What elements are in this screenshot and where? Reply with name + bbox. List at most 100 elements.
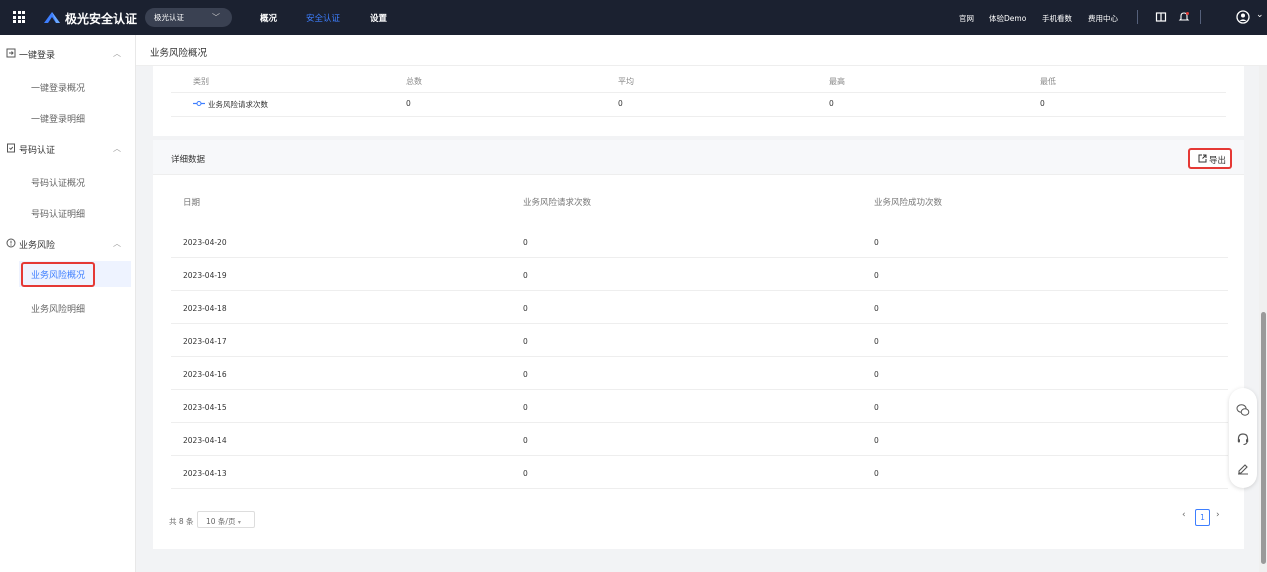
sidebar-item-label: 一键登录概况 [31, 84, 86, 94]
sidebar-item-number-auth-detail[interactable]: 号码认证明细 [0, 204, 136, 224]
sidebar-item-label: 一键登录明细 [31, 115, 86, 125]
sidebar: 一键登录 ︿ 一键登录概况 一键登录明细 号码认证 ︿ 号码认证概况 号码认证明… [0, 35, 136, 572]
sidebar-group-label: 号码认证 [19, 146, 56, 156]
detail-card: 详细数据 导出 日期 业务风险请求次数 业务风险成功次数 2023-04-20 … [153, 140, 1244, 549]
sidebar-item-label: 业务风险概况 [31, 271, 86, 281]
doc-icon[interactable] [1155, 11, 1167, 23]
detail-table-header: 日期 业务风险请求次数 业务风险成功次数 [153, 175, 1244, 225]
cell-requests: 0 [523, 403, 528, 412]
cell-success: 0 [874, 403, 879, 412]
export-label: 导出 [1209, 156, 1227, 166]
sidebar-item-one-click-login-detail[interactable]: 一键登录明细 [0, 109, 136, 129]
sidebar-group-one-click-login[interactable]: 一键登录 ︿ [0, 45, 136, 65]
table-row: 2023-04-19 0 0 [171, 258, 1228, 291]
next-page-icon[interactable]: › [1216, 510, 1220, 520]
cell-success: 0 [874, 271, 879, 280]
login-icon [6, 48, 16, 58]
link-billing[interactable]: 费用中心 [1088, 13, 1118, 24]
sidebar-group-label: 业务风险 [19, 241, 56, 251]
sidebar-group-number-auth[interactable]: 号码认证 ︿ [0, 140, 136, 160]
brand-logo-icon [44, 12, 60, 23]
top-bar: 极光安全认证 极光认证 ﹀ 概况 安全认证 设置 官网 体验Demo 手机看数 … [0, 0, 1267, 35]
summary-header-max: 最高 [829, 77, 845, 86]
cell-requests: 0 [523, 238, 528, 247]
summary-min: 0 [1040, 99, 1045, 108]
cell-date: 2023-04-20 [183, 238, 227, 247]
cell-date: 2023-04-13 [183, 469, 227, 478]
summary-header-total: 总数 [406, 77, 422, 86]
prev-page-icon[interactable]: ‹ [1182, 510, 1186, 520]
summary-category: 业务风险请求次数 [208, 100, 268, 109]
cell-date: 2023-04-15 [183, 403, 227, 412]
nav-settings[interactable]: 设置 [370, 12, 387, 24]
table-row: 2023-04-15 0 0 [171, 390, 1228, 423]
user-avatar-icon[interactable] [1236, 10, 1250, 24]
cell-date: 2023-04-18 [183, 304, 227, 313]
nav-overview[interactable]: 概况 [260, 12, 277, 24]
clock-alert-icon [6, 238, 16, 248]
cell-success: 0 [874, 370, 879, 379]
summary-table: 类别 总数 平均 最高 最低 业务风险请求次数 0 0 0 0 [153, 66, 1244, 136]
summary-avg: 0 [618, 99, 623, 108]
brand-name: 极光安全认证 [65, 12, 138, 26]
app-selector[interactable]: 极光认证 ﹀ [145, 8, 232, 27]
apps-grid-icon[interactable] [13, 11, 25, 23]
sidebar-item-business-risk-detail[interactable]: 业务风险明细 [0, 299, 136, 319]
column-header-success: 业务风险成功次数 [874, 198, 943, 208]
page-size-label: 10 条/页 [206, 517, 236, 526]
detail-title: 详细数据 [171, 155, 206, 165]
sidebar-group-label: 一键登录 [19, 51, 56, 61]
pager-total: 共 8 条 [169, 517, 194, 526]
phone-check-icon [7, 143, 15, 153]
chevron-down-icon[interactable]: ⌄ [1256, 10, 1264, 20]
headset-icon[interactable] [1236, 432, 1250, 446]
edit-icon[interactable] [1236, 461, 1250, 475]
bell-icon[interactable] [1178, 11, 1190, 23]
scrollbar-thumb[interactable] [1261, 312, 1266, 564]
wechat-icon[interactable] [1236, 403, 1250, 417]
table-row: 2023-04-18 0 0 [171, 291, 1228, 324]
cell-date: 2023-04-14 [183, 436, 227, 445]
content-header: 业务风险概况 [136, 35, 1267, 66]
cell-date: 2023-04-19 [183, 271, 227, 280]
chevron-up-icon: ︿ [113, 239, 121, 248]
table-row: 2023-04-17 0 0 [171, 324, 1228, 357]
cell-requests: 0 [523, 304, 528, 313]
cell-success: 0 [874, 337, 879, 346]
page-size-select[interactable]: 10 条/页 ▾ [197, 511, 255, 528]
cell-success: 0 [874, 238, 879, 247]
chevron-down-icon: ﹀ [212, 13, 220, 22]
cell-date: 2023-04-16 [183, 370, 227, 379]
divider [171, 116, 1226, 117]
chevron-up-icon: ︿ [113, 144, 121, 153]
sidebar-item-one-click-login-overview[interactable]: 一键登录概况 [0, 78, 136, 98]
sidebar-item-business-risk-overview[interactable]: 业务风险概况 [19, 261, 131, 287]
cell-date: 2023-04-17 [183, 337, 227, 346]
sidebar-item-label: 业务风险明细 [31, 305, 86, 315]
link-official-site[interactable]: 官网 [959, 13, 974, 24]
divider [1200, 10, 1201, 24]
table-row: 2023-04-14 0 0 [171, 423, 1228, 456]
link-mobile-data[interactable]: 手机看数 [1042, 13, 1072, 24]
summary-total: 0 [406, 99, 411, 108]
cell-success: 0 [874, 304, 879, 313]
export-button[interactable]: 导出 [1188, 148, 1232, 169]
cell-requests: 0 [523, 271, 528, 280]
sidebar-item-number-auth-overview[interactable]: 号码认证概况 [0, 173, 136, 193]
page-number-button[interactable]: 1 [1195, 509, 1210, 526]
series-legend-icon [193, 101, 205, 106]
cell-success: 0 [874, 469, 879, 478]
caret-down-icon: ▾ [237, 519, 241, 526]
cell-requests: 0 [523, 436, 528, 445]
export-icon [1198, 154, 1207, 163]
cell-success: 0 [874, 436, 879, 445]
page-title: 业务风险概况 [150, 48, 208, 59]
summary-max: 0 [829, 99, 834, 108]
cell-requests: 0 [523, 370, 528, 379]
nav-security-auth[interactable]: 安全认证 [306, 12, 340, 24]
divider [171, 92, 1226, 93]
cell-requests: 0 [523, 469, 528, 478]
sidebar-group-business-risk[interactable]: 业务风险 ︿ [0, 235, 136, 255]
link-demo[interactable]: 体验Demo [989, 13, 1026, 24]
cell-requests: 0 [523, 337, 528, 346]
